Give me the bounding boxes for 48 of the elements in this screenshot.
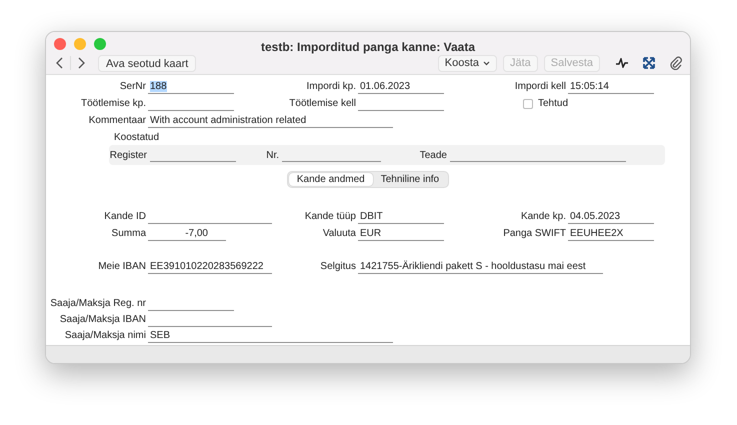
field-label: SerNr (118, 80, 147, 94)
expand-icon[interactable] (643, 57, 655, 69)
zoom-button[interactable] (94, 38, 106, 50)
field-label: Saaja/Maksja Reg. nr (51, 297, 147, 311)
field-label: Impordi kp. (306, 80, 357, 94)
tab[interactable]: Tehniline info (372, 173, 448, 186)
menu-button[interactable]: Koosta (438, 54, 497, 72)
checkbox-label: Tehtud (538, 97, 568, 111)
window-title: testb: Imporditud panga kanne: Vaata (260, 40, 476, 54)
field-label: Register (109, 148, 148, 162)
input-field[interactable]: EEUHEE2X (568, 227, 654, 241)
field-label: Nr. (265, 148, 280, 162)
field-label: Kande ID (103, 210, 147, 224)
input-field[interactable]: 15:05:14 (568, 80, 654, 94)
field-label: Teade (418, 148, 448, 162)
input-field[interactable]: 01.06.2023 (358, 80, 444, 94)
field-label: Töötlemise kp. (80, 97, 147, 111)
field-label: Summa (110, 227, 147, 241)
paperclip-icon[interactable] (670, 56, 682, 70)
field-label: Selgitus (319, 260, 357, 274)
field-label: Meie IBAN (97, 260, 147, 274)
input-field[interactable]: DBIT (358, 210, 444, 224)
input-field[interactable]: With account administration related (148, 114, 393, 128)
tab[interactable]: Kande andmed (288, 173, 373, 186)
toolbar-button[interactable]: Ava seotud kaart (98, 54, 196, 72)
field-label: Kande tüüp (304, 210, 357, 224)
input-field[interactable]: SEB (148, 329, 393, 343)
field-label: Panga SWIFT (502, 227, 567, 241)
input-field[interactable]: 04.05.2023 (568, 210, 654, 224)
field-label: Töötlemise kell (288, 97, 357, 111)
input-field[interactable]: -7,00 (148, 227, 226, 241)
input-field[interactable]: 188 (148, 80, 234, 94)
field-label: Kommentaar (88, 114, 147, 128)
field-label: Valuuta (322, 227, 357, 241)
close-button[interactable] (54, 38, 66, 50)
section-title: Koostatud (114, 131, 160, 145)
field-label: Kande kp. (520, 210, 567, 224)
input-field[interactable]: EE391010220283569222 (148, 260, 272, 274)
back-icon[interactable] (56, 57, 64, 69)
chevron-icon (483, 60, 490, 66)
forward-icon[interactable] (77, 57, 85, 69)
input-field[interactable]: EUR (358, 227, 444, 241)
pulse-icon[interactable] (616, 58, 628, 68)
field-label: Saaja/Maksja nimi (64, 329, 147, 343)
input-field[interactable]: 1421755-Ärikliendi pakett S - hooldustasu mai eest (358, 260, 603, 274)
field-label: Saaja/Maksja IBAN (58, 313, 147, 327)
field-label: Impordi kell (514, 80, 567, 94)
checkbox[interactable] (523, 98, 533, 108)
